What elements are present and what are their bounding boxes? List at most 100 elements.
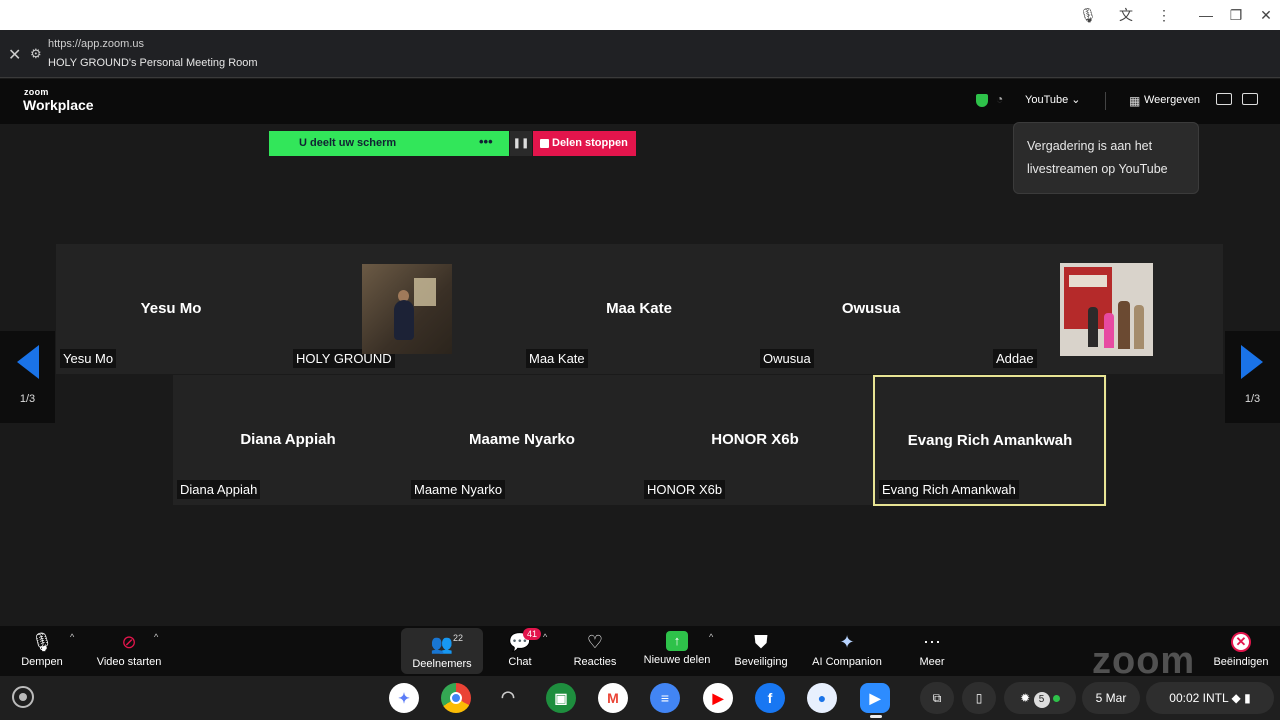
youtube-icon[interactable]: ▶ bbox=[703, 683, 733, 713]
chrome-icon[interactable] bbox=[441, 683, 471, 713]
date-pill[interactable]: 5 Mar bbox=[1082, 682, 1140, 714]
sparkle-icon: ✦ bbox=[839, 632, 855, 652]
participants-button[interactable]: 👥 Deelnemers 22 bbox=[401, 628, 483, 674]
site-settings-icon[interactable]: ⚙ bbox=[30, 46, 42, 62]
previous-page-button[interactable]: 1/3 bbox=[0, 331, 55, 423]
view-button[interactable]: Weergeven bbox=[1144, 94, 1200, 106]
participant-name-tag: Maa Kate bbox=[526, 349, 588, 368]
participant-tile[interactable]: Yesu Mo Yesu Mo bbox=[56, 244, 286, 374]
more-label: Meer bbox=[919, 656, 945, 668]
workplace-logo: Workplace bbox=[23, 97, 94, 113]
participant-tile[interactable]: Diana Appiah Diana Appiah bbox=[173, 375, 403, 505]
share-options-caret[interactable]: ^ bbox=[709, 632, 713, 642]
wifi-icon: ◆ bbox=[1231, 691, 1241, 705]
close-icon[interactable]: ✕ bbox=[8, 45, 21, 65]
pause-share-button[interactable]: ❚❚ bbox=[510, 131, 532, 156]
facebook-icon[interactable]: f bbox=[755, 683, 785, 713]
url-text[interactable]: https://app.zoom.us bbox=[48, 38, 144, 50]
gemini-icon[interactable]: ✦ bbox=[389, 683, 419, 713]
more-button[interactable]: ⋯ Meer bbox=[910, 626, 954, 676]
more-icon: ⋯ bbox=[923, 632, 941, 652]
launcher-icon[interactable] bbox=[12, 686, 34, 708]
fullscreen-icon[interactable] bbox=[1242, 93, 1258, 105]
gmail-icon[interactable]: M bbox=[598, 683, 628, 713]
video-options-caret[interactable]: ^ bbox=[154, 632, 158, 642]
shield-icon: ⛊ bbox=[754, 632, 768, 652]
chat-label: Chat bbox=[508, 656, 532, 668]
participant-name-center: HONOR X6b bbox=[711, 431, 799, 448]
cast-icon[interactable]: ◠ bbox=[493, 683, 523, 713]
grid-view-icon[interactable]: ▦ bbox=[1129, 94, 1140, 108]
minimize-icon[interactable]: — bbox=[1197, 6, 1215, 24]
participants-label: Deelnemers bbox=[412, 658, 472, 670]
stop-share-button[interactable]: Delen stoppen bbox=[533, 131, 636, 156]
participant-name-tag: Evang Rich Amankwah bbox=[879, 480, 1019, 499]
profile-picture-person bbox=[1134, 305, 1144, 349]
participant-tile[interactable]: Maame Nyarko Maame Nyarko bbox=[407, 375, 637, 505]
meeting-toolbar: 🎙 Dempen ^ ⊘ Video starten ^ 👥 Deelnemer… bbox=[0, 626, 1280, 676]
participant-name-tag: Diana Appiah bbox=[177, 480, 261, 499]
profile-picture bbox=[1060, 263, 1153, 356]
participant-name-center: Diana Appiah bbox=[240, 431, 336, 448]
share-more-button[interactable]: ••• bbox=[479, 134, 493, 149]
translate-icon[interactable]: 文 bbox=[1117, 6, 1135, 24]
close-window-icon[interactable]: ✕ bbox=[1257, 6, 1275, 24]
page-indicator: 1/3 bbox=[19, 393, 36, 405]
profile-picture bbox=[362, 264, 452, 354]
participant-tile[interactable]: Maa Kate Maa Kate bbox=[522, 244, 752, 374]
participant-name-tag: Maame Nyarko bbox=[411, 480, 506, 499]
restore-icon[interactable]: ❐ bbox=[1227, 6, 1245, 24]
end-icon[interactable]: ✕ bbox=[1231, 632, 1251, 652]
notification-tray[interactable]: ✹ 5 bbox=[1004, 682, 1076, 714]
reactions-label: Reacties bbox=[573, 656, 617, 668]
participant-name-center: Owusua bbox=[841, 300, 901, 317]
livestream-icon[interactable]: ◔ bbox=[996, 92, 1003, 106]
page-title: HOLY GROUND's Personal Meeting Room bbox=[48, 57, 258, 69]
participant-name-center: Maa Kate bbox=[606, 300, 672, 317]
participant-name-center: Yesu Mo bbox=[140, 300, 202, 317]
menu-kebab-icon[interactable]: ⋮ bbox=[1155, 6, 1173, 24]
encryption-shield-icon[interactable] bbox=[976, 94, 988, 107]
participant-name-center: Evang Rich Amankwah bbox=[907, 432, 1073, 449]
profile-picture-window bbox=[414, 278, 436, 306]
pip-icon[interactable] bbox=[1216, 93, 1232, 105]
next-page-button[interactable]: 1/3 bbox=[1225, 331, 1280, 423]
livestream-target-dropdown[interactable]: YouTube ⌄ bbox=[1025, 93, 1081, 106]
notification-count: 5 bbox=[1033, 692, 1050, 708]
security-button[interactable]: ⛊ Beveiliging bbox=[730, 626, 792, 676]
participant-tile[interactable]: HONOR X6b HONOR X6b bbox=[640, 375, 870, 505]
active-speaker-tile[interactable]: Evang Rich Amankwah Evang Rich Amankwah bbox=[873, 375, 1106, 506]
profile-picture-person bbox=[1104, 313, 1114, 348]
livestream-tooltip: Vergadering is aan het livestreamen op Y… bbox=[1013, 122, 1199, 194]
stop-share-label: Delen stoppen bbox=[552, 137, 628, 149]
input-locale: INTL bbox=[1202, 691, 1229, 705]
mute-label: Dempen bbox=[21, 656, 63, 668]
reactions-button[interactable]: ♡ Reacties bbox=[568, 626, 622, 676]
overview-icon[interactable]: ⧉ bbox=[920, 682, 954, 714]
stop-icon bbox=[540, 139, 549, 148]
profile-picture-person bbox=[1118, 301, 1130, 349]
microphone-icon[interactable]: 🎙 bbox=[1079, 6, 1097, 24]
docs-icon[interactable]: ≡ bbox=[650, 683, 680, 713]
arrow-left-icon bbox=[17, 345, 39, 379]
ai-companion-button[interactable]: ✦ AI Companion bbox=[806, 626, 888, 676]
new-share-button[interactable]: ↑ Nieuwe delen bbox=[640, 626, 714, 676]
mute-button[interactable]: 🎙 Dempen bbox=[14, 626, 70, 676]
tooltip-line2: livestreamen op YouTube bbox=[1027, 162, 1168, 176]
clock-time: 00:02 bbox=[1169, 691, 1200, 705]
chat-button[interactable]: 💬 Chat 41 bbox=[496, 626, 544, 676]
zoom-app-icon[interactable]: ▶ bbox=[860, 683, 890, 713]
participant-name-tag: Owusua bbox=[760, 349, 814, 368]
phone-hub-icon[interactable]: ▯ bbox=[962, 682, 996, 714]
messages-icon[interactable]: ● bbox=[807, 683, 837, 713]
chat-options-caret[interactable]: ^ bbox=[543, 632, 547, 642]
play-store-icon[interactable]: ▣ bbox=[546, 683, 576, 713]
participant-name-tag: Yesu Mo bbox=[60, 349, 117, 368]
notification-settings-icon: ✹ bbox=[1020, 691, 1031, 705]
ai-companion-label: AI Companion bbox=[812, 656, 882, 668]
participant-tile[interactable]: Owusua Owusua bbox=[756, 244, 986, 374]
system-tray[interactable]: 00:02 INTL ◆ ▮ bbox=[1146, 682, 1274, 714]
audio-options-caret[interactable]: ^ bbox=[70, 632, 74, 642]
participant-name-center: Maame Nyarko bbox=[469, 431, 575, 448]
zoom-logo: zoom bbox=[24, 87, 49, 97]
